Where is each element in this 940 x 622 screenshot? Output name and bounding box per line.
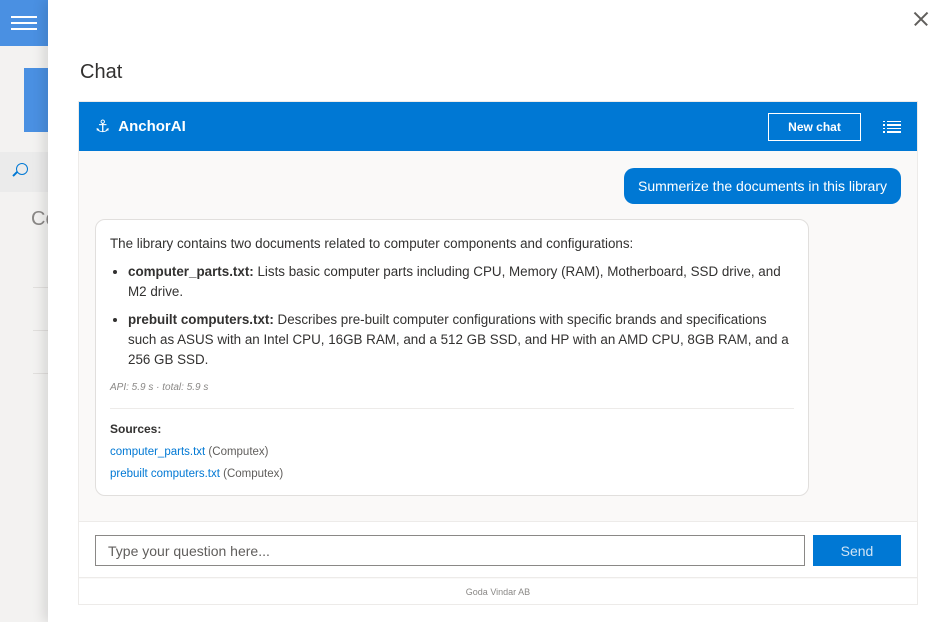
- source-origin: (Computex): [205, 446, 269, 458]
- source-item: prebuilt computers.txt (Computex): [110, 463, 794, 485]
- bot-message-list: computer_parts.txt: Lists basic computer…: [110, 262, 794, 370]
- input-area: Send: [79, 521, 917, 578]
- brand: ⚓ AnchorAI: [95, 117, 186, 137]
- search-icon: [16, 163, 28, 175]
- chat-header: ⚓ AnchorAI New chat: [79, 102, 917, 151]
- question-input[interactable]: [95, 535, 805, 566]
- background-divider: [33, 287, 48, 288]
- chat-panel: Chat ⚓ AnchorAI New chat Summerize the d…: [48, 0, 940, 622]
- background-divider: [33, 330, 48, 331]
- sources-label: Sources:: [110, 422, 162, 436]
- hamburger-menu-button[interactable]: [0, 0, 48, 46]
- response-timing: API: 5.9 s · total: 5.9 s: [110, 378, 794, 409]
- document-name: prebuilt computers.txt:: [128, 312, 274, 327]
- bot-message: The library contains two documents relat…: [95, 219, 809, 496]
- bot-message-intro: The library contains two documents relat…: [110, 236, 634, 251]
- message-list: Summerize the documents in this library …: [79, 151, 917, 521]
- background-divider: [33, 373, 48, 374]
- source-link[interactable]: computer_parts.txt: [110, 446, 205, 458]
- background-tile: [24, 68, 48, 132]
- new-chat-button[interactable]: New chat: [768, 112, 861, 141]
- anchor-icon: ⚓: [95, 116, 111, 137]
- list-item: prebuilt computers.txt: Describes pre-bu…: [128, 310, 794, 370]
- brand-name: AnchorAI: [118, 118, 186, 135]
- close-icon[interactable]: [914, 12, 928, 26]
- source-origin: (Computex): [219, 468, 284, 480]
- panel-title: Chat: [80, 61, 123, 83]
- source-item: computer_parts.txt (Computex): [110, 441, 794, 463]
- footer: Goda Vindar AB: [79, 579, 917, 604]
- hamburger-icon: [11, 16, 37, 30]
- document-name: computer_parts.txt:: [128, 264, 254, 279]
- source-link[interactable]: prebuilt computers.txt: [110, 468, 220, 480]
- chat-window: ⚓ AnchorAI New chat Summerize the docume…: [78, 101, 918, 605]
- user-message: Summerize the documents in this library: [624, 168, 901, 204]
- list-item: computer_parts.txt: Lists basic computer…: [128, 262, 794, 302]
- send-button[interactable]: Send: [813, 535, 901, 566]
- list-icon[interactable]: [883, 120, 901, 133]
